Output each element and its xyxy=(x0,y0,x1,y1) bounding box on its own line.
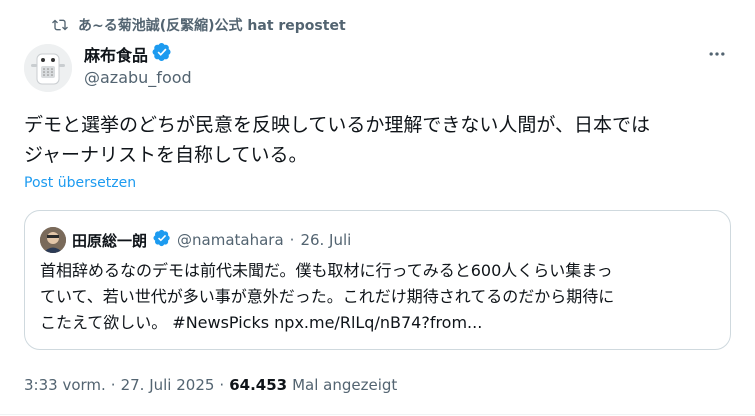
quoted-tweet-text: 首相辞めるなのデモは前代未聞だ。僕も取材に行ってみると600人くらい集まっ てい… xyxy=(40,258,720,336)
verified-badge-icon[interactable] xyxy=(152,42,172,66)
author-block: 麻布食品 @azabu_food xyxy=(84,42,192,87)
author-name-row: 麻布食品 xyxy=(84,42,192,66)
separator-dot: · xyxy=(110,376,116,394)
author-name[interactable]: 麻布食品 xyxy=(84,42,148,66)
view-count-label: Mal angezeigt xyxy=(292,376,398,394)
view-count: 64.453 xyxy=(229,376,288,394)
author-avatar[interactable] xyxy=(24,44,72,92)
quoted-text-line: こたえて欲しい。 #NewsPicks npx.me/RlLq/nB74?fro… xyxy=(40,313,483,332)
verified-badge-icon[interactable] xyxy=(153,229,171,251)
quoted-tweet-header: 田原総一朗 @namatahara · 26. Juli xyxy=(40,227,351,253)
more-dots-icon xyxy=(707,44,727,68)
quoted-tweet-card[interactable]: 田原総一朗 @namatahara · 26. Juli 首相辞めるなのデモは前… xyxy=(24,210,731,350)
quoted-author-name[interactable]: 田原総一朗 xyxy=(72,230,147,251)
quoted-author-handle[interactable]: @namatahara xyxy=(177,231,284,249)
translate-post-link[interactable]: Post übersetzen xyxy=(24,175,136,191)
author-handle[interactable]: @azabu_food xyxy=(84,68,192,87)
more-options-button[interactable] xyxy=(705,44,729,68)
quoted-text-line: 首相辞めるなのデモは前代未聞だ。僕も取材に行ってみると600人くらい集まっ xyxy=(40,261,613,280)
tweet-text: デモと選挙のどちが民意を反映しているか理解できない人間が、日本では ジャーナリス… xyxy=(24,110,736,170)
separator-dot: · xyxy=(289,231,295,249)
tweet-text-line: ジャーナリストを自称している。 xyxy=(24,144,308,166)
quoted-text-line: ていて、若い世代が多い事が意外だった。これだけ期待されてるのだから期待に xyxy=(40,287,615,306)
tweet-metadata: 3:33 vorm. · 27. Juli 2025 · 64.453 Mal … xyxy=(24,374,397,396)
quoted-tweet-date[interactable]: 26. Juli xyxy=(300,231,351,249)
tweet-date[interactable]: 27. Juli 2025 xyxy=(121,376,215,394)
repost-icon xyxy=(52,17,68,33)
divider xyxy=(0,414,755,415)
tweet-text-line: デモと選挙のどちが民意を反映しているか理解できない人間が、日本では xyxy=(24,114,651,136)
quoted-author-avatar[interactable] xyxy=(40,227,66,253)
separator-dot: · xyxy=(219,376,225,394)
repost-label[interactable]: あ~る菊池誠(反緊縮)公式 hat repostet xyxy=(78,15,346,35)
repost-indicator[interactable]: あ~る菊池誠(反緊縮)公式 hat repostet xyxy=(52,14,346,36)
tweet-time[interactable]: 3:33 vorm. xyxy=(24,376,106,394)
